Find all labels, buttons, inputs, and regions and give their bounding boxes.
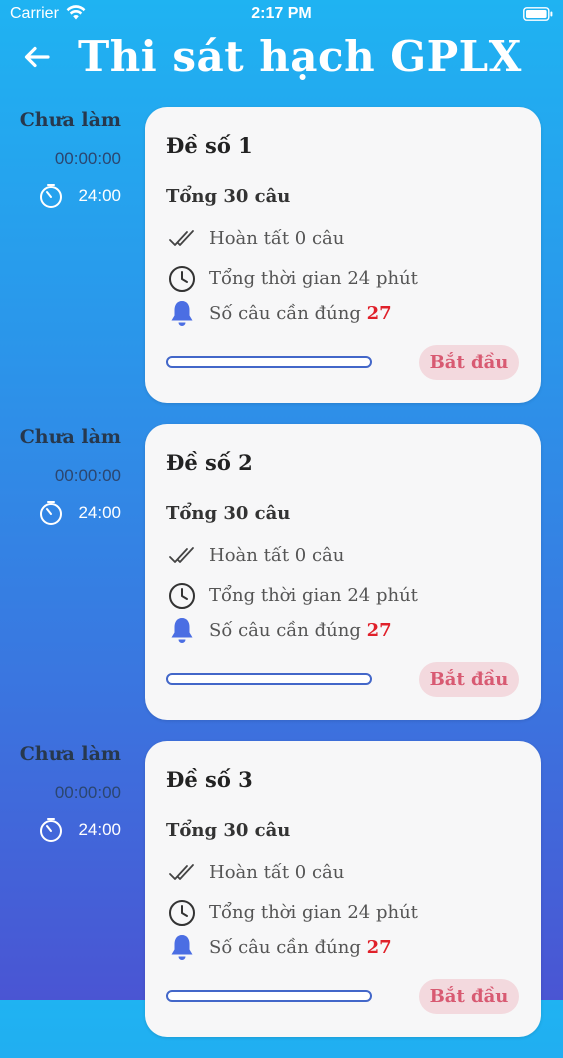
required-correct-count: 27 xyxy=(366,620,392,641)
exam-required-correct: Số câu cần đúng 27 xyxy=(209,303,392,324)
exam-elapsed-time: 00:00:00 xyxy=(54,149,121,168)
required-correct-label: Số câu cần đúng xyxy=(209,303,361,324)
bell-icon xyxy=(171,935,193,960)
clock-icon xyxy=(169,266,195,292)
battery-icon xyxy=(523,7,553,26)
exam-progress-bar xyxy=(166,356,372,368)
exam-status: Chưa làm xyxy=(19,109,121,131)
exam-status: Chưa làm xyxy=(19,426,121,448)
exam-total-time: Tổng thời gian 24 phút xyxy=(209,902,418,923)
exam-total-questions: Tổng 30 câu xyxy=(166,186,291,207)
exam-duration: 24:00 xyxy=(78,820,121,839)
exam-completed: Hoàn tất 0 câu xyxy=(209,545,345,566)
exam-card[interactable]: Đề số 1 Tổng 30 câu Hoàn tất 0 câu Tổng … xyxy=(145,107,541,403)
clock-icon xyxy=(169,583,195,609)
exam-total-questions: Tổng 30 câu xyxy=(166,503,291,524)
exam-card[interactable]: Đề số 2 Tổng 30 câu Hoàn tất 0 câu Tổng … xyxy=(145,424,541,720)
exam-duration: 24:00 xyxy=(78,186,121,205)
arrow-left-icon xyxy=(24,46,50,68)
clock-icon xyxy=(169,900,195,926)
double-check-icon xyxy=(169,547,194,563)
exam-progress-bar xyxy=(166,990,372,1002)
exam-row: Chưa làm 00:00:00 24:00 Đề số 2 Tổng 30 … xyxy=(0,424,563,720)
required-correct-count: 27 xyxy=(366,303,392,324)
exam-title: Đề số 2 xyxy=(166,450,253,475)
back-button[interactable] xyxy=(20,40,54,74)
exam-list: Chưa làm 00:00:00 24:00 Đề số 1 Tổng 30 … xyxy=(0,107,563,1058)
exam-elapsed-time: 00:00:00 xyxy=(54,783,121,802)
double-check-icon xyxy=(169,864,194,880)
exam-completed: Hoàn tất 0 câu xyxy=(209,228,345,249)
start-exam-button[interactable]: Bắt đầu xyxy=(419,979,519,1014)
start-exam-button[interactable]: Bắt đầu xyxy=(419,662,519,697)
exam-required-correct: Số câu cần đúng 27 xyxy=(209,620,392,641)
exam-row: Chưa làm 00:00:00 24:00 Đề số 3 Tổng 30 … xyxy=(0,741,563,1037)
double-check-icon xyxy=(169,230,194,246)
bell-icon xyxy=(171,618,193,643)
exam-title: Đề số 3 xyxy=(166,767,253,792)
header: Thi sát hạch GPLX xyxy=(0,30,563,90)
status-bar: Carrier 2:17 PM xyxy=(0,0,563,30)
required-correct-label: Số câu cần đúng xyxy=(209,620,361,641)
exam-progress-bar xyxy=(166,673,372,685)
timer-icon xyxy=(40,818,62,842)
exam-total-questions: Tổng 30 câu xyxy=(166,820,291,841)
exam-card[interactable]: Đề số 3 Tổng 30 câu Hoàn tất 0 câu Tổng … xyxy=(145,741,541,1037)
page-title: Thi sát hạch GPLX xyxy=(78,32,522,81)
exam-row: Chưa làm 00:00:00 24:00 Đề số 1 Tổng 30 … xyxy=(0,107,563,403)
exam-title: Đề số 1 xyxy=(166,133,253,158)
exam-total-time: Tổng thời gian 24 phút xyxy=(209,268,418,289)
exam-duration: 24:00 xyxy=(78,503,121,522)
status-time: 2:17 PM xyxy=(251,5,312,22)
bell-icon xyxy=(171,301,193,326)
timer-icon xyxy=(40,501,62,525)
exam-required-correct: Số câu cần đúng 27 xyxy=(209,937,392,958)
start-exam-button[interactable]: Bắt đầu xyxy=(419,345,519,380)
timer-icon xyxy=(40,184,62,208)
required-correct-count: 27 xyxy=(366,937,392,958)
exam-total-time: Tổng thời gian 24 phút xyxy=(209,585,418,606)
exam-elapsed-time: 00:00:00 xyxy=(54,466,121,485)
exam-completed: Hoàn tất 0 câu xyxy=(209,862,345,883)
required-correct-label: Số câu cần đúng xyxy=(209,937,361,958)
exam-status: Chưa làm xyxy=(19,743,121,765)
